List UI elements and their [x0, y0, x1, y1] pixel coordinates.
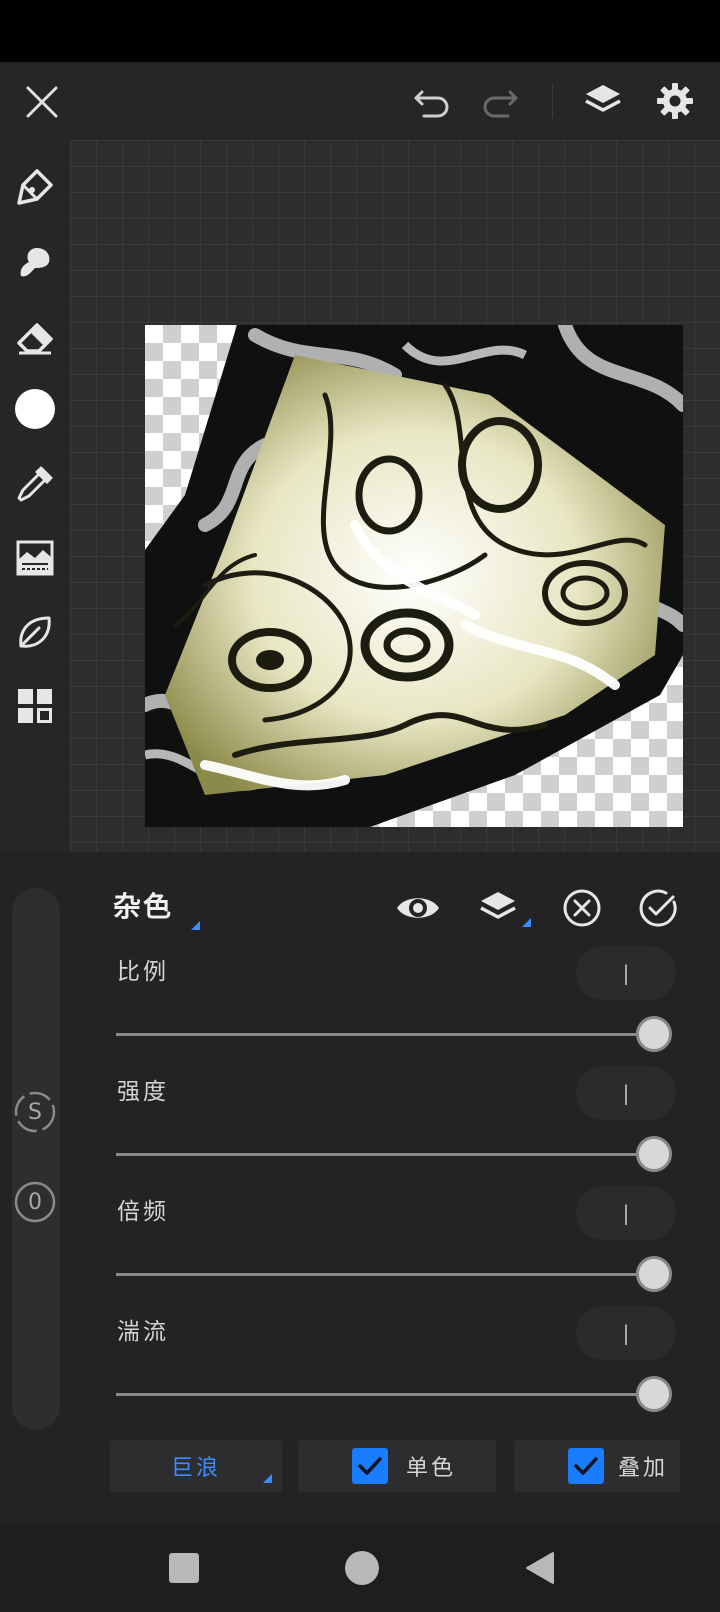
close-icon	[26, 86, 58, 118]
param-label: 倍频	[117, 1199, 169, 1225]
brush-size-slider[interactable]	[12, 888, 60, 1430]
square-icon	[169, 1553, 199, 1583]
recents-button[interactable]	[160, 1544, 208, 1592]
param-label: 比例	[117, 959, 169, 985]
leaf-icon	[19, 616, 51, 648]
param-slider-knob[interactable]	[636, 1376, 672, 1412]
liquify-tool[interactable]	[10, 607, 60, 657]
back-button[interactable]	[516, 1544, 564, 1592]
preview-toggle-button[interactable]	[390, 880, 446, 936]
param-value-field[interactable]: |	[576, 1306, 676, 1360]
eyedropper-icon	[17, 466, 53, 502]
artwork-canvas[interactable]	[145, 325, 683, 827]
size-badge-label: S	[28, 1099, 42, 1125]
redo-icon	[483, 90, 518, 118]
mode-value: 巨浪	[170, 1456, 221, 1481]
system-nav-bar	[0, 1524, 720, 1612]
mono-option[interactable]: 单色	[298, 1440, 496, 1492]
opacity-badge-label: 0	[28, 1189, 42, 1215]
eyedropper-tool[interactable]	[10, 459, 60, 509]
gear-icon	[657, 83, 693, 119]
cancel-icon	[563, 889, 601, 927]
param-slider-knob[interactable]	[636, 1016, 672, 1052]
color-swatch	[15, 389, 55, 429]
param-slider-track[interactable]	[116, 1273, 656, 1276]
layers-button[interactable]	[578, 76, 628, 126]
eraser-tool[interactable]	[10, 312, 60, 362]
overlay-checkbox[interactable]	[568, 1448, 604, 1484]
mono-checkbox[interactable]	[352, 1448, 388, 1484]
gallery-tool[interactable]	[10, 681, 60, 731]
toolbar-divider	[552, 84, 553, 118]
overlay-label: 叠加	[618, 1456, 669, 1481]
tool-sidebar	[0, 140, 70, 852]
size-badge[interactable]: S	[13, 1090, 57, 1134]
layer-dropdown-marker	[522, 918, 531, 927]
grid-icon	[18, 689, 52, 723]
undo-button[interactable]	[410, 80, 454, 124]
noise-artwork	[145, 325, 683, 827]
smudge-tool[interactable]	[10, 237, 60, 287]
settings-button[interactable]	[650, 76, 700, 126]
status-bar	[0, 0, 720, 62]
cancel-effect-button[interactable]	[554, 880, 610, 936]
eraser-icon	[17, 323, 53, 355]
param-label: 湍流	[117, 1319, 169, 1345]
mono-label: 单色	[406, 1456, 457, 1481]
param-label: 强度	[117, 1079, 169, 1105]
confirm-icon	[639, 889, 677, 927]
smudge-icon	[20, 248, 50, 277]
brush-tool[interactable]	[10, 162, 60, 212]
param-value-field[interactable]: |	[576, 1186, 676, 1240]
color-picker-button[interactable]	[10, 384, 60, 434]
apply-effect-button[interactable]	[630, 880, 686, 936]
layers-icon	[480, 892, 516, 919]
param-slider-track[interactable]	[116, 1153, 656, 1156]
param-slider-knob[interactable]	[636, 1256, 672, 1292]
opacity-badge[interactable]: 0	[13, 1180, 57, 1224]
eye-icon	[397, 898, 439, 918]
param-slider-track[interactable]	[116, 1393, 656, 1396]
layer-target-button[interactable]	[470, 880, 526, 936]
checkmark-icon	[358, 1457, 382, 1475]
adjustments-tool[interactable]	[10, 533, 60, 583]
triangle-back-icon	[526, 1552, 554, 1584]
circle-icon	[345, 1551, 379, 1585]
layers-icon	[585, 85, 621, 112]
param-slider-track[interactable]	[116, 1033, 656, 1036]
top-toolbar	[0, 62, 720, 140]
effect-title[interactable]: 杂色	[113, 885, 173, 925]
home-button[interactable]	[338, 1544, 386, 1592]
close-button[interactable]	[18, 78, 66, 126]
checkmark-icon	[574, 1457, 598, 1475]
redo-button[interactable]	[478, 80, 522, 124]
param-value-field[interactable]: |	[576, 1066, 676, 1120]
param-slider-knob[interactable]	[636, 1136, 672, 1172]
mode-dropdown-marker	[263, 1474, 272, 1483]
pen-icon	[17, 169, 53, 205]
overlay-option[interactable]: 叠加	[514, 1440, 680, 1492]
mode-dropdown[interactable]: 巨浪	[110, 1440, 282, 1492]
param-value-field[interactable]: |	[576, 946, 676, 1000]
adjust-icon	[16, 540, 54, 576]
undo-icon	[414, 90, 449, 118]
title-dropdown-marker	[191, 921, 200, 930]
